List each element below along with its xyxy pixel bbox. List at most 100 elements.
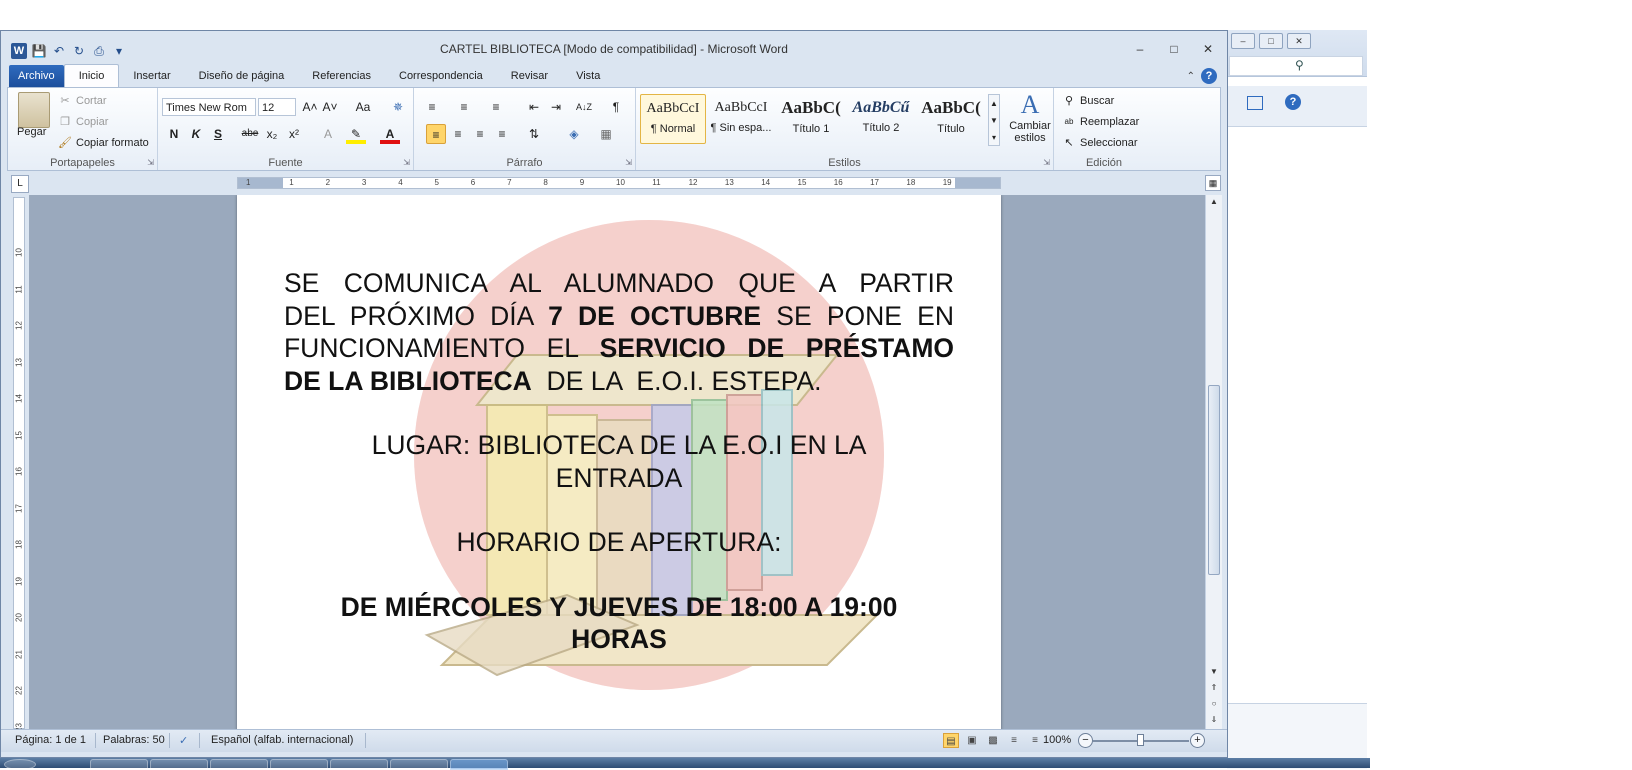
tab-vista[interactable]: Vista	[562, 65, 614, 87]
tab-selector[interactable]: L	[11, 175, 29, 193]
multilevel-list-icon[interactable]: ≡	[486, 97, 506, 117]
tab-inicio[interactable]: Inicio	[63, 64, 120, 87]
dialog-launcher-icon[interactable]: ⇲	[1043, 158, 1050, 167]
background-help-icon[interactable]: ?	[1285, 94, 1301, 110]
style-normal[interactable]: AaBbCcI ¶ Normal	[640, 94, 706, 144]
tab-referencias[interactable]: Referencias	[298, 65, 385, 87]
paste-icon[interactable]	[18, 92, 50, 128]
zoom-out-button[interactable]: −	[1078, 733, 1093, 748]
print-layout-icon[interactable]: ▤	[943, 733, 959, 748]
outline-view-icon[interactable]: ≡	[1006, 733, 1022, 748]
background-minimize-button[interactable]: –	[1231, 33, 1255, 49]
scroll-up-icon[interactable]: ▲	[1206, 197, 1222, 206]
replace-button[interactable]: ab Reemplazar	[1062, 115, 1140, 129]
document-page[interactable]: SE COMUNICA AL ALUMNADO QUE A PARTIR DEL…	[237, 195, 1001, 729]
language-indicator[interactable]: Español (alfab. internacional)	[211, 734, 353, 746]
underline-button[interactable]: S	[208, 124, 228, 144]
decrease-indent-icon[interactable]: ⇤	[524, 97, 544, 117]
page-count[interactable]: Página: 1 de 1	[15, 734, 86, 746]
browse-object-icon[interactable]: ○	[1206, 699, 1222, 708]
sort-icon[interactable]: A↓Z	[574, 97, 594, 117]
font-color-icon[interactable]: A	[380, 124, 400, 144]
next-page-icon[interactable]: ⇓	[1206, 715, 1222, 724]
taskbar-item[interactable]	[390, 759, 448, 770]
bullets-icon[interactable]: ≡	[422, 97, 442, 117]
change-case-button[interactable]: Aa	[350, 97, 376, 117]
tab-diseno-pagina[interactable]: Diseño de página	[185, 65, 299, 87]
clear-format-icon[interactable]: ✵	[388, 97, 408, 117]
scroll-down-icon[interactable]: ▼	[1206, 667, 1222, 676]
text-effects-icon[interactable]: A	[318, 124, 338, 144]
style-titulo-2[interactable]: AaBbCű Título 2	[848, 94, 914, 144]
format-painter-button[interactable]: 🖌 Copiar formato	[58, 136, 149, 150]
justify-icon[interactable]: ≡	[492, 124, 512, 144]
dialog-launcher-icon[interactable]: ⇲	[147, 158, 154, 167]
style-titulo[interactable]: AaBbC( Título	[918, 94, 984, 144]
find-button[interactable]: ⚲ Buscar	[1062, 94, 1114, 108]
select-button[interactable]: ↖ Seleccionar	[1062, 136, 1137, 150]
horizontal-ruler[interactable]: 1 1 2 3 4 5 6 7 8 9 10 11 12 13 14 15 16 17 18 19	[237, 177, 1001, 189]
zoom-in-button[interactable]: +	[1190, 733, 1205, 748]
styles-scroll[interactable]: ▲ ▼ ▾	[988, 94, 1000, 146]
tab-insertar[interactable]: Insertar	[119, 65, 184, 87]
tab-revisar[interactable]: Revisar	[497, 65, 562, 87]
shrink-font-button[interactable]: A˅	[320, 97, 340, 117]
start-button[interactable]	[4, 759, 36, 770]
dialog-launcher-icon[interactable]: ⇲	[625, 158, 632, 167]
tab-correspondencia[interactable]: Correspondencia	[385, 65, 497, 87]
align-left-icon[interactable]: ≡	[426, 124, 446, 144]
word-count[interactable]: Palabras: 50	[103, 734, 165, 746]
align-center-icon[interactable]: ≡	[448, 124, 468, 144]
change-styles-button[interactable]: A Cambiar estilos	[1008, 90, 1052, 144]
maximize-button[interactable]: □	[1163, 41, 1185, 57]
style-sin-espaciado[interactable]: AaBbCcI ¶ Sin espa...	[708, 94, 774, 144]
numbering-icon[interactable]: ≡	[454, 97, 474, 117]
web-layout-icon[interactable]: ▩	[985, 733, 1001, 748]
increase-indent-icon[interactable]: ⇥	[546, 97, 566, 117]
previous-page-icon[interactable]: ⇑	[1206, 683, 1222, 692]
panel-icon[interactable]	[1247, 96, 1263, 110]
font-size-field[interactable]: 12	[258, 98, 296, 116]
grow-font-button[interactable]: A˄	[300, 97, 320, 117]
view-ruler-icon[interactable]: ▦	[1205, 175, 1221, 191]
highlight-icon[interactable]: ✎	[346, 124, 366, 144]
bold-button[interactable]: N	[164, 124, 184, 144]
style-titulo-1[interactable]: AaBbC( Título 1	[778, 94, 844, 144]
taskbar-item[interactable]	[210, 759, 268, 770]
reading-layout-icon[interactable]: ▣	[964, 733, 980, 748]
draft-view-icon[interactable]: ≡	[1027, 733, 1043, 748]
taskbar-item-word[interactable]	[450, 759, 508, 770]
copy-button[interactable]: ❐ Copiar	[58, 115, 108, 129]
minimize-ribbon-icon[interactable]: ⌃	[1187, 71, 1195, 82]
subscript-button[interactable]: x₂	[262, 124, 282, 144]
paste-button[interactable]: Pegar	[17, 126, 46, 138]
taskbar-item[interactable]	[330, 759, 388, 770]
vertical-scrollbar[interactable]: ▲ ▼ ⇑ ○ ⇓	[1205, 195, 1222, 729]
tab-archivo[interactable]: Archivo	[9, 65, 64, 87]
zoom-level[interactable]: 100%	[1043, 734, 1071, 746]
cut-button[interactable]: ✂ Cortar	[58, 94, 106, 108]
search-icon[interactable]: ⚲	[1295, 58, 1304, 72]
background-close-button[interactable]: ✕	[1287, 33, 1311, 49]
superscript-button[interactable]: x²	[284, 124, 304, 144]
minimize-button[interactable]: –	[1129, 41, 1151, 57]
italic-button[interactable]: K	[186, 124, 206, 144]
shading-icon[interactable]: ◈	[564, 124, 584, 144]
taskbar-item[interactable]	[270, 759, 328, 770]
show-marks-icon[interactable]: ¶	[606, 97, 626, 117]
borders-icon[interactable]: ▦	[596, 124, 616, 144]
help-icon[interactable]: ?	[1201, 68, 1217, 84]
zoom-slider-thumb[interactable]	[1137, 734, 1144, 746]
scroll-thumb[interactable]	[1208, 385, 1220, 575]
line-spacing-icon[interactable]: ⇅	[524, 124, 544, 144]
strikethrough-button[interactable]: abe	[240, 124, 260, 144]
background-restore-button[interactable]: □	[1259, 33, 1283, 49]
taskbar-item[interactable]	[150, 759, 208, 770]
dialog-launcher-icon[interactable]: ⇲	[403, 158, 410, 167]
taskbar-item[interactable]	[90, 759, 148, 770]
proofing-icon[interactable]: ✓	[179, 734, 188, 747]
align-right-icon[interactable]: ≡	[470, 124, 490, 144]
font-name-field[interactable]: Times New Rom	[162, 98, 256, 116]
vertical-ruler[interactable]: 10 11 12 13 14 15 16 17 18 19 20 21 22 23	[13, 197, 25, 731]
close-button[interactable]: ✕	[1197, 41, 1219, 57]
